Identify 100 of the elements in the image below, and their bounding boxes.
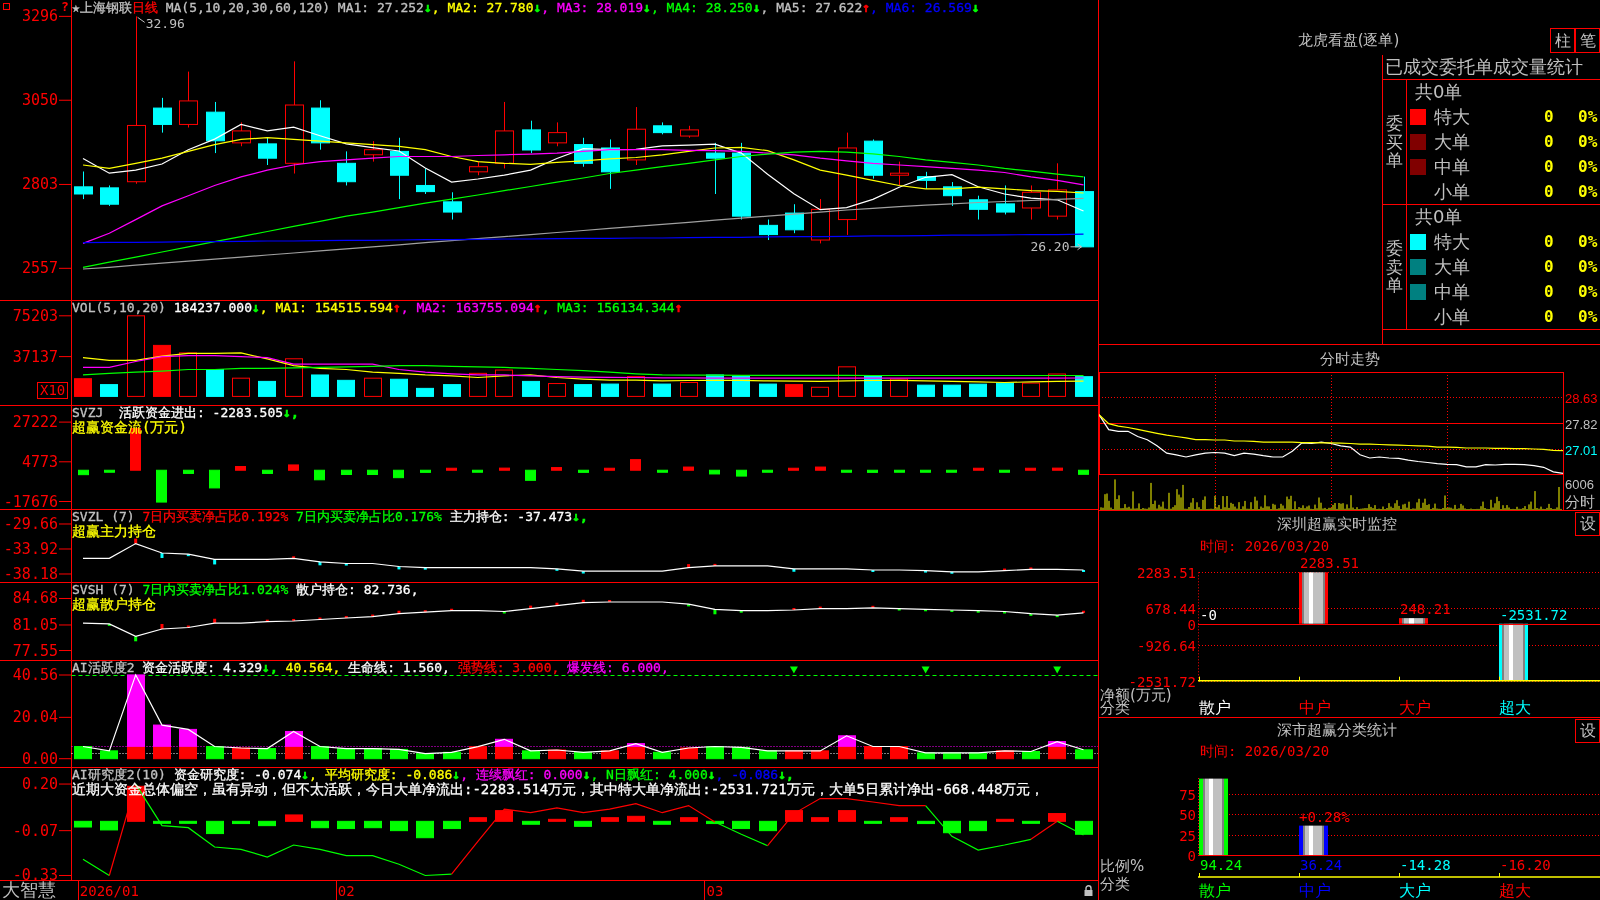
activity-bar — [548, 749, 566, 760]
order-size-label: 中单 — [1434, 281, 1471, 302]
activity-bar — [179, 728, 197, 747]
volume-bar — [969, 383, 987, 397]
fund-flow-bar — [525, 469, 536, 481]
fund-flow-bar — [499, 467, 510, 471]
trend-arrow: ↓ — [582, 768, 591, 782]
activity-bar — [390, 748, 408, 760]
research-bar — [759, 820, 777, 832]
candlestick — [601, 138, 620, 190]
research-bar — [864, 820, 882, 824]
volume-bar — [680, 381, 698, 397]
axis-title: 分类 — [1100, 875, 1130, 893]
category-label: 超大 — [1499, 698, 1531, 717]
axis-tick-label: 20.04 — [12, 708, 58, 727]
activity-bar — [943, 752, 961, 760]
activity-bar — [996, 750, 1014, 760]
indicator-text: 强势线: 3.000, — [456, 661, 560, 675]
research-bar — [337, 820, 355, 830]
fund-flow-bar — [78, 469, 89, 476]
research-bar — [179, 820, 197, 824]
fund-flow-bar — [314, 469, 325, 481]
candlestick — [179, 71, 198, 128]
category-label: 中户 — [1299, 698, 1331, 717]
candlestick — [996, 184, 1015, 215]
volume-bar — [601, 383, 619, 397]
indicator-text: 资金活跃度: 4.329 — [141, 661, 263, 675]
panel-title: 龙虎看盘(逐单) — [1297, 31, 1400, 49]
fund-flow-bar — [762, 469, 773, 473]
research-bar — [1075, 820, 1093, 835]
research-bar — [627, 815, 645, 822]
fund-flow-bar — [183, 469, 194, 474]
trend-arrow: ↓ — [752, 1, 761, 15]
research-bar — [100, 820, 118, 831]
view-toggle-button[interactable]: 柱 — [1550, 28, 1575, 53]
indicator-text: , N日飘红: 4.000 — [590, 768, 708, 782]
research-bar — [443, 820, 461, 830]
activity-bar — [258, 748, 276, 760]
axis-tick-label: 84.68 — [12, 589, 58, 608]
candlestick — [574, 137, 593, 168]
order-size-label: 大单 — [1434, 131, 1471, 152]
order-count: 0 — [1544, 281, 1555, 302]
axis-tick-label: -926.64 — [1137, 637, 1196, 654]
activity-bar — [232, 747, 250, 760]
order-count: 0 — [1544, 306, 1555, 327]
candlestick — [969, 195, 988, 221]
candlestick — [469, 161, 488, 176]
indicator-text: 7日内买卖净占比0.176% — [295, 510, 442, 524]
activity-bar — [759, 750, 777, 760]
candlestick — [522, 120, 541, 154]
fund-flow-bar — [736, 469, 747, 477]
research-bar — [232, 820, 250, 825]
research-bar — [1048, 813, 1066, 822]
volume-bar — [574, 384, 592, 397]
fund-flow-bar — [999, 469, 1010, 473]
research-bar — [390, 820, 408, 832]
volume-bar — [443, 384, 461, 397]
research-bar — [364, 820, 382, 829]
lock-icon — [1084, 885, 1093, 896]
candlestick — [943, 181, 962, 207]
axis-title: 比例% — [1100, 857, 1145, 875]
help-mark: ? — [61, 0, 69, 14]
settings-button[interactable]: 设 — [1575, 719, 1600, 743]
indicator-text: , 平均研究度: -0.086 — [309, 768, 453, 782]
trend-arrow: ↓ — [533, 1, 542, 15]
order-percent: 0% — [1578, 156, 1599, 177]
activity-bar — [311, 746, 329, 760]
axis-tick-label: 37137 — [12, 347, 58, 366]
fund-flow-bar — [420, 469, 431, 473]
category-label: 大户 — [1399, 881, 1431, 900]
trend-arrow: ↓, — [262, 661, 279, 675]
volume-scale-label: 6006 — [1565, 477, 1594, 492]
activity-bar — [443, 751, 461, 760]
volume-bar — [179, 352, 197, 397]
chart-bar — [1299, 825, 1328, 855]
indicator-text: 7日内买卖净占比0.192% — [141, 510, 289, 524]
volume-bar — [890, 378, 908, 397]
indicator-text: 爆发线: 6.000, — [566, 661, 669, 675]
axis-tick-label: 25 — [1179, 827, 1196, 844]
settings-button[interactable]: 设 — [1575, 512, 1600, 536]
fund-flow-bar — [841, 469, 852, 473]
value-label: 94.24 — [1200, 857, 1243, 873]
time-label: 时间: 2026/03/20 — [1200, 538, 1330, 554]
trend-arrow: ↓ — [707, 768, 716, 782]
candlestick — [390, 137, 409, 200]
research-bar — [574, 820, 592, 827]
indicator-text: , MA3: 156134.344 — [541, 301, 675, 315]
axis-tick-label: 2557 — [21, 259, 58, 278]
trend-arrow: ↓ — [423, 1, 432, 15]
view-toggle-button[interactable]: 笔 — [1575, 28, 1600, 53]
fund-flow-bar — [920, 469, 931, 473]
fund-flow-bar — [393, 469, 404, 479]
order-total: 共0单 — [1415, 82, 1463, 102]
trend-arrow: ↑ — [862, 1, 871, 15]
order-percent: 0% — [1578, 106, 1599, 127]
annotation: 26.20 — [1030, 238, 1070, 254]
trend-arrow: ↑ — [533, 301, 542, 315]
value-label: 36.24 — [1300, 857, 1343, 873]
volume-bar — [759, 383, 777, 397]
indicator-text: , 连续飘红: 0.000 — [460, 768, 583, 782]
